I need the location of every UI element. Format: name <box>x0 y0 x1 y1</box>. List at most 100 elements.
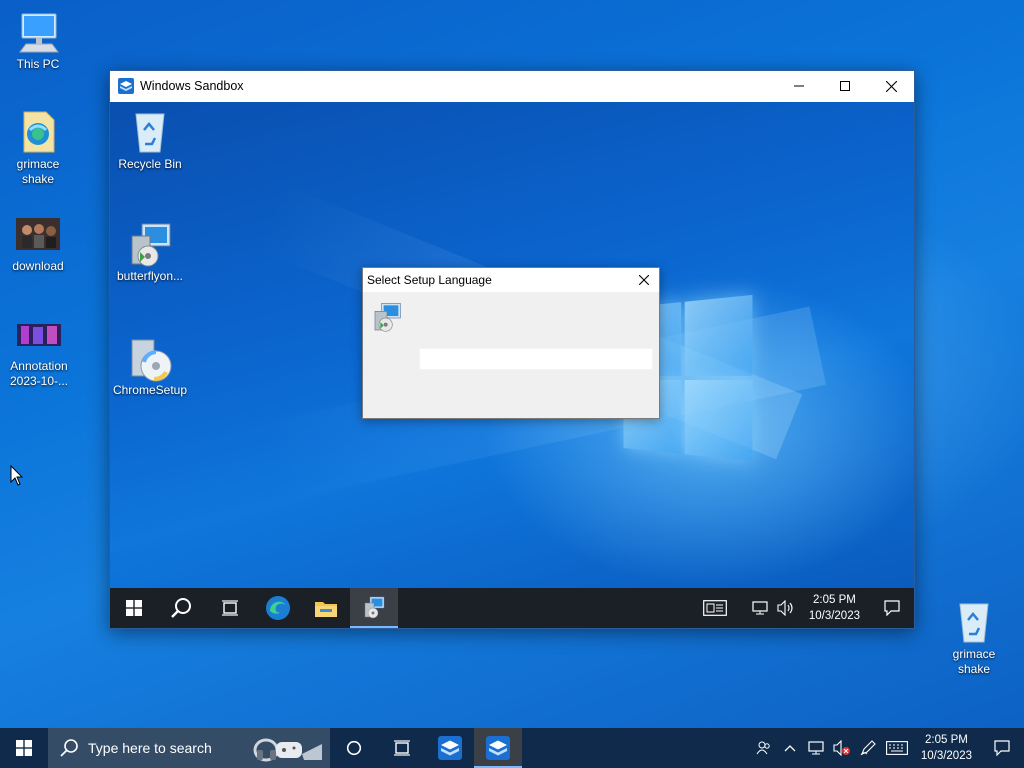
sandbox-network-button[interactable] <box>747 588 773 628</box>
network-button[interactable] <box>803 728 829 768</box>
sandbox-installer-taskbar-button[interactable] <box>350 588 398 628</box>
people-button[interactable] <box>751 728 777 768</box>
setup-language-dialog[interactable]: Select Setup Language <box>362 267 660 419</box>
desktop-icon-label: grimace shake <box>0 157 76 187</box>
host-clock[interactable]: 2:05 PM 10/3/2023 <box>913 732 980 764</box>
desktop-icon-label: ChromeSetup <box>112 383 188 398</box>
sandbox-icon-butterfly[interactable]: butterflyon... <box>112 222 188 284</box>
desktop-icon-label: Annotation 2023-10-... <box>0 359 78 389</box>
show-hidden-icons-button[interactable] <box>777 728 803 768</box>
desktop-icon-label: butterflyon... <box>112 269 188 284</box>
volume-icon <box>777 600 795 616</box>
installer-icon <box>126 222 174 266</box>
desktop-icon-label: This PC <box>0 57 76 72</box>
desktop-icon-annotation[interactable]: Annotation 2023-10-... <box>0 312 78 389</box>
mouse-cursor-icon <box>10 465 24 487</box>
taskbar-sandbox-app-2[interactable] <box>474 728 522 768</box>
task-view-icon <box>393 740 411 756</box>
edge-icon <box>265 595 291 621</box>
task-view-button[interactable] <box>378 728 426 768</box>
pen-workspace-button[interactable] <box>855 728 881 768</box>
edge-file-icon <box>14 110 62 154</box>
close-icon <box>886 81 897 92</box>
network-icon <box>808 741 824 755</box>
sandbox-clock[interactable]: 2:05 PM 10/3/2023 <box>799 592 870 624</box>
maximize-icon <box>840 81 850 91</box>
people-icon <box>756 740 772 756</box>
desktop-icon-recycle-bin[interactable]: grimace shake <box>936 600 1012 677</box>
sandbox-app-icon <box>118 78 134 94</box>
sandbox-task-view-button[interactable] <box>206 588 254 628</box>
image-thumbnail-icon <box>15 312 63 356</box>
sandbox-titlebar[interactable]: Windows Sandbox <box>110 71 914 101</box>
windows-start-icon <box>16 740 32 756</box>
news-icon <box>703 600 727 616</box>
search-icon <box>60 738 80 758</box>
notifications-button[interactable] <box>980 728 1024 768</box>
language-dropdown[interactable] <box>419 348 653 370</box>
sandbox-window[interactable]: Windows Sandbox Recycle Bin butterflyon.… <box>109 70 915 629</box>
folder-icon <box>314 598 338 618</box>
sandbox-desktop[interactable]: Recycle Bin butterflyon... ChromeSetup S… <box>110 102 914 628</box>
sandbox-file-explorer-button[interactable] <box>302 588 350 628</box>
notification-icon <box>884 600 900 616</box>
sandbox-clock-date: 10/3/2023 <box>809 608 860 624</box>
computer-icon <box>14 10 62 54</box>
sandbox-title: Windows Sandbox <box>140 79 244 93</box>
installer-icon <box>362 596 386 620</box>
sandbox-app-icon <box>438 736 462 760</box>
desktop-icon-label: Recycle Bin <box>112 157 188 172</box>
search-placeholder: Type here to search <box>88 740 212 756</box>
installer-icon <box>371 302 403 334</box>
sandbox-icon-recycle-bin[interactable]: Recycle Bin <box>112 110 188 172</box>
volume-muted-button[interactable] <box>829 728 855 768</box>
windows-start-icon <box>126 600 142 616</box>
sandbox-search-button[interactable] <box>158 588 206 628</box>
sandbox-icon-chrome-setup[interactable]: ChromeSetup <box>112 336 188 398</box>
pen-icon <box>860 740 876 756</box>
network-icon <box>752 601 768 615</box>
volume-muted-icon <box>833 740 851 756</box>
touch-keyboard-button[interactable] <box>881 728 913 768</box>
sandbox-news-button[interactable] <box>695 588 735 628</box>
host-clock-date: 10/3/2023 <box>921 748 972 764</box>
desktop-icon-download[interactable]: download <box>0 212 76 274</box>
sandbox-app-icon <box>486 736 510 760</box>
sandbox-clock-time: 2:05 PM <box>809 592 860 608</box>
dialog-close-button[interactable] <box>629 268 659 292</box>
chevron-up-icon <box>784 744 796 752</box>
taskbar-sandbox-app-1[interactable] <box>426 728 474 768</box>
minimize-icon <box>794 81 804 91</box>
close-button[interactable] <box>868 71 914 101</box>
task-view-icon <box>221 600 239 616</box>
system-tray[interactable]: 2:05 PM 10/3/2023 <box>751 728 1024 768</box>
image-thumbnail-icon <box>14 212 62 256</box>
dialog-title: Select Setup Language <box>367 273 492 287</box>
host-taskbar[interactable]: Type here to search 2:05 PM 10/3/2023 <box>0 728 1024 768</box>
search-highlight-icon <box>252 732 324 764</box>
dialog-titlebar[interactable]: Select Setup Language <box>363 268 659 292</box>
sandbox-notifications-button[interactable] <box>870 588 914 628</box>
sandbox-volume-button[interactable] <box>773 588 799 628</box>
keyboard-icon <box>886 741 908 755</box>
minimize-button[interactable] <box>776 71 822 101</box>
sandbox-edge-button[interactable] <box>254 588 302 628</box>
desktop-icon-grimace-shake[interactable]: grimace shake <box>0 110 76 187</box>
host-desktop[interactable]: This PC grimace shake download Annotatio… <box>0 0 1024 768</box>
maximize-button[interactable] <box>822 71 868 101</box>
taskbar-search-box[interactable]: Type here to search <box>48 728 330 768</box>
start-button[interactable] <box>0 728 48 768</box>
desktop-icon-this-pc[interactable]: This PC <box>0 10 76 72</box>
cortana-icon <box>346 740 362 756</box>
sandbox-taskbar[interactable]: 2:05 PM 10/3/2023 <box>110 588 914 628</box>
cortana-button[interactable] <box>330 728 378 768</box>
host-clock-time: 2:05 PM <box>921 732 972 748</box>
recycle-bin-icon <box>126 110 174 154</box>
desktop-icon-label: download <box>0 259 76 274</box>
notification-icon <box>994 740 1010 756</box>
search-icon <box>171 597 193 619</box>
desktop-icon-label: grimace shake <box>936 647 1012 677</box>
sandbox-start-button[interactable] <box>110 588 158 628</box>
close-icon <box>639 275 649 285</box>
sandbox-system-tray[interactable]: 2:05 PM 10/3/2023 <box>695 588 914 628</box>
